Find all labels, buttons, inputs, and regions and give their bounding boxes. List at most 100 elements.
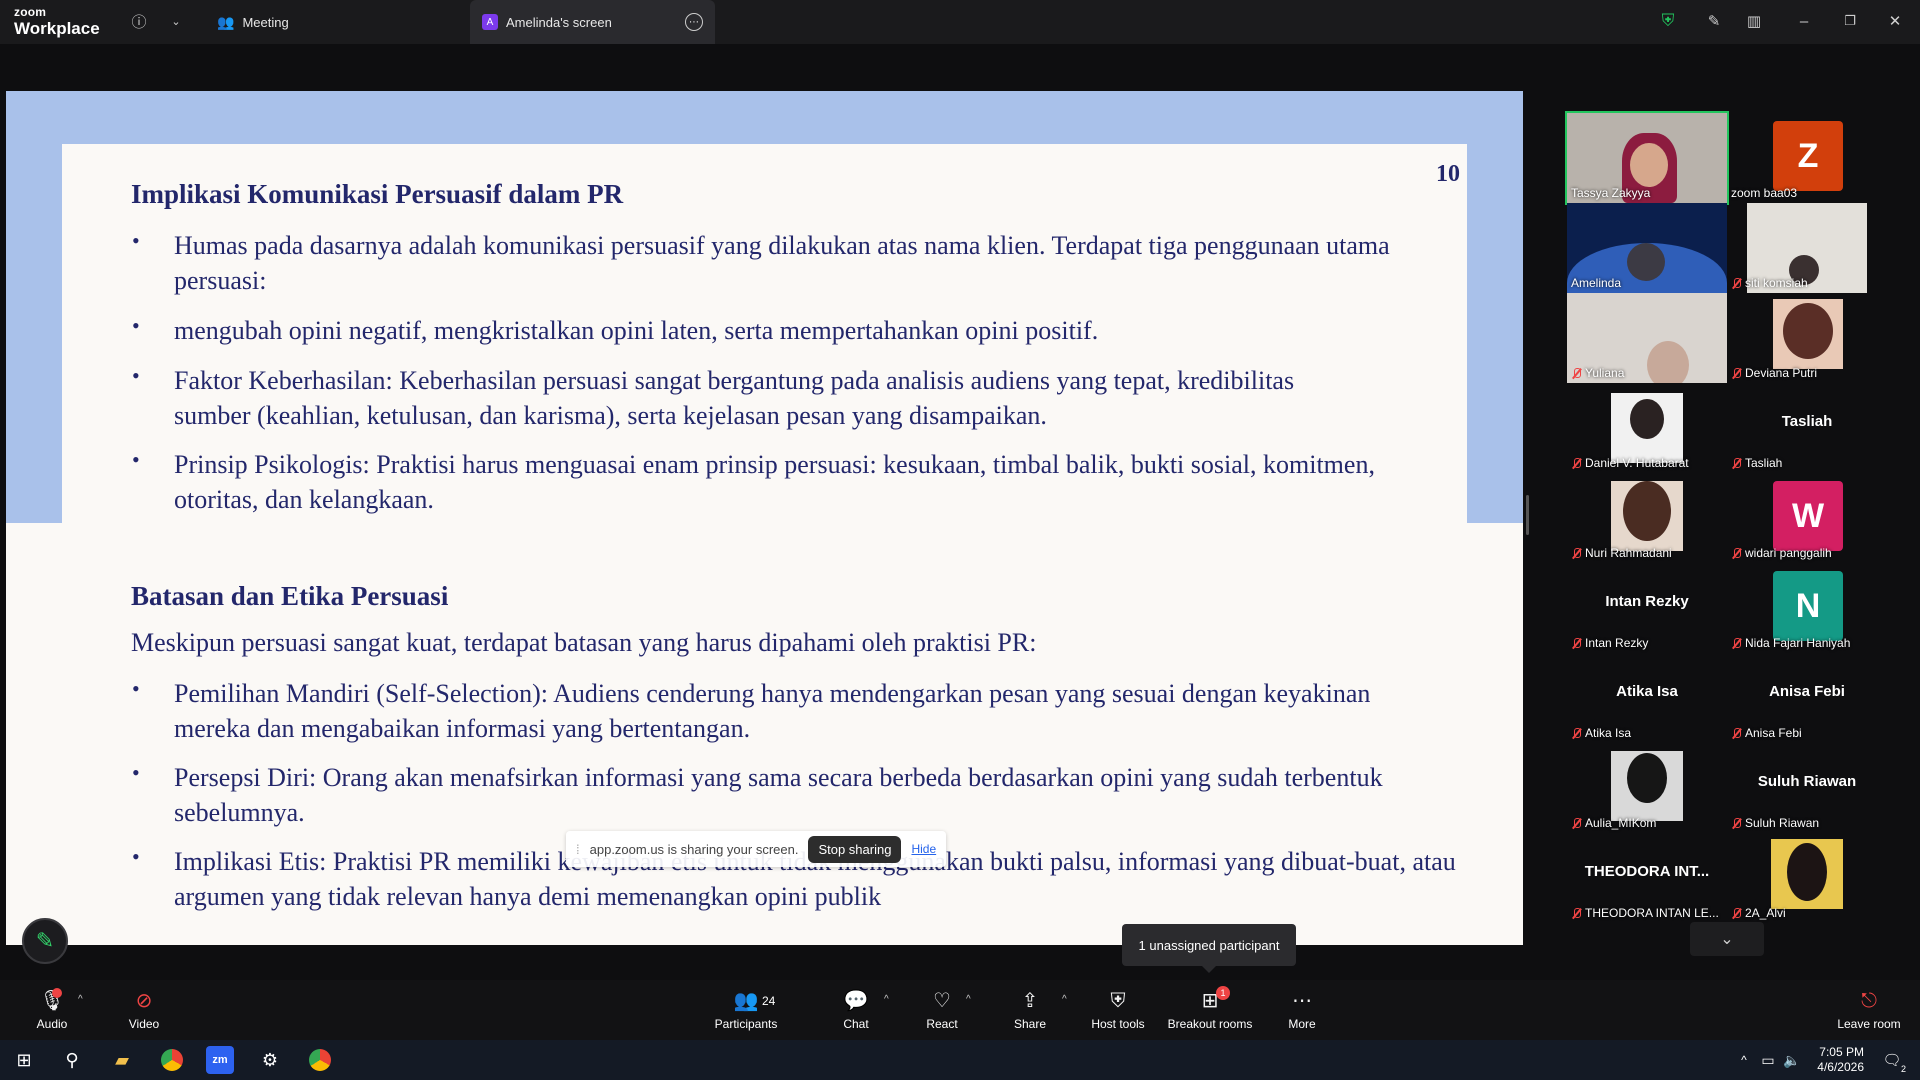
windows-start-icon[interactable]: ⊞ xyxy=(10,1046,38,1074)
tab-shared-screen[interactable]: A Amelinda's screen ⋯ xyxy=(470,0,715,44)
tab-meeting[interactable]: 👥 Meeting xyxy=(205,0,455,44)
search-icon[interactable]: ⚲ xyxy=(58,1046,86,1074)
participant-tile[interactable]: Nuri Rahmadani xyxy=(1567,473,1727,563)
chevron-down-icon[interactable]: ⌄ xyxy=(165,10,187,32)
chevron-down-icon: ⌄ xyxy=(1720,931,1734,948)
notification-icon[interactable]: 🗨 2 xyxy=(1878,1046,1906,1074)
zoom-logo: zoom Workplace xyxy=(14,6,100,37)
drag-handle-icon[interactable]: ⁞ xyxy=(576,842,580,857)
mic-muted-icon xyxy=(1571,727,1582,739)
participant-name: Nuri Rahmadani xyxy=(1571,546,1672,560)
bullet-icon: • xyxy=(132,844,140,869)
minimize-icon[interactable]: – xyxy=(1793,10,1815,32)
participant-tile[interactable]: Atika Isa Atika Isa xyxy=(1567,653,1727,743)
gallery-scroll-down-button[interactable]: ⌄ xyxy=(1690,922,1764,956)
participants-button[interactable]: 👥 Participants 24 xyxy=(712,980,780,1040)
brand-bottom: Workplace xyxy=(14,19,100,38)
title-bar: zoom Workplace ⓘ ⌄ 👥 Meeting A Amelinda'… xyxy=(0,0,1920,44)
zoom-app-icon[interactable]: zm xyxy=(206,1046,234,1074)
audio-button[interactable]: 🎙 Audio xyxy=(22,980,82,1040)
system-clock[interactable]: 7:05 PM 4/6/2026 xyxy=(1817,1045,1864,1075)
breakout-rooms-button[interactable]: ⊞ Breakout rooms 1 xyxy=(1164,980,1256,1040)
mic-muted-icon xyxy=(1731,367,1742,379)
share-button[interactable]: ⇪ Share xyxy=(1010,980,1050,1040)
participant-name: Tassya Zakyya xyxy=(1571,186,1651,200)
heart-icon: ♡ xyxy=(933,990,951,1012)
participant-tile[interactable]: Yuliana xyxy=(1567,293,1727,383)
sharing-message: app.zoom.us is sharing your screen. xyxy=(589,841,799,857)
slide-bullet: Prinsip Psikologis: Praktisi harus mengu… xyxy=(174,450,1375,514)
chat-options-caret[interactable]: ^ xyxy=(884,994,889,1005)
annotate-pen-button[interactable]: ✎ xyxy=(22,918,68,964)
mic-muted-icon xyxy=(1731,547,1742,559)
leave-icon: ⎋ xyxy=(1861,990,1877,1012)
participant-tile[interactable]: Suluh Riawan Suluh Riawan xyxy=(1727,743,1887,833)
chrome-icon[interactable] xyxy=(158,1046,186,1074)
participant-tile[interactable]: Amelinda xyxy=(1567,203,1727,293)
tab-label: Amelinda's screen xyxy=(506,14,612,30)
audio-options-caret[interactable]: ^ xyxy=(78,994,83,1005)
participant-tile[interactable]: W widari panggalih xyxy=(1727,473,1887,563)
share-screen-icon: ⇪ xyxy=(1021,990,1039,1012)
mic-muted-icon xyxy=(1731,277,1742,289)
more-icon: ⋯ xyxy=(1292,990,1312,1012)
layout-icon[interactable]: ▥ xyxy=(1743,10,1765,32)
react-options-caret[interactable]: ^ xyxy=(966,994,971,1005)
participant-tile[interactable]: Aulia_MIKom xyxy=(1567,743,1727,833)
more-options-icon[interactable]: ⋯ xyxy=(685,13,703,31)
hide-link[interactable]: Hide xyxy=(911,842,936,856)
stop-sharing-button[interactable]: Stop sharing xyxy=(808,835,902,863)
host-tools-button[interactable]: ⛨ Host tools xyxy=(1088,980,1148,1040)
slide-heading: Implikasi Komunikasi Persuasif dalam PR xyxy=(131,179,624,209)
participant-tile[interactable]: Z zoom baa03 xyxy=(1727,113,1887,203)
react-button[interactable]: ♡ React xyxy=(922,980,962,1040)
more-button[interactable]: ⋯ More xyxy=(1284,980,1320,1040)
bullet-icon: • xyxy=(132,228,140,253)
slide-paragraph: Meskipun persuasi sangat kuat, terdapat … xyxy=(131,628,1037,657)
participant-display-name: Intan Rezky xyxy=(1605,593,1689,610)
settings-icon[interactable]: ⚙ xyxy=(256,1046,284,1074)
mic-muted-icon xyxy=(1571,547,1582,559)
file-explorer-icon[interactable]: ▰ xyxy=(108,1046,136,1074)
chrome-profile-icon[interactable] xyxy=(306,1046,334,1074)
participant-tile[interactable]: siti komsiah xyxy=(1727,203,1887,293)
participant-name: Deviana Putri xyxy=(1731,366,1817,380)
participant-name: Amelinda xyxy=(1571,276,1622,290)
info-icon[interactable]: ⓘ xyxy=(128,10,150,32)
more-label: More xyxy=(1288,1017,1316,1031)
participant-tile[interactable]: Tasliah Tasliah xyxy=(1727,383,1887,473)
participant-tile[interactable]: Deviana Putri xyxy=(1727,293,1887,383)
participant-name: Tasliah xyxy=(1731,456,1782,470)
mic-muted-icon xyxy=(1731,907,1742,919)
participant-tile[interactable]: 2A_Alvi xyxy=(1727,833,1887,923)
mic-muted-icon xyxy=(1571,907,1582,919)
close-icon[interactable]: ✕ xyxy=(1884,10,1906,32)
participant-name: Yuliana xyxy=(1571,366,1624,380)
pen-icon[interactable]: ✎ xyxy=(1703,10,1725,32)
participants-label: Participants xyxy=(714,1017,778,1031)
video-label: Video xyxy=(128,1017,160,1031)
meeting-toolbar: 🎙 Audio ^ ⊘ Video 👥 Participants 24 💬 Ch… xyxy=(0,980,1920,1040)
shield-check-icon[interactable]: ⛨ xyxy=(1657,10,1679,32)
participant-tile[interactable]: Daniel V. Hutabarat xyxy=(1567,383,1727,473)
participant-tile[interactable]: Anisa Febi Anisa Febi xyxy=(1727,653,1887,743)
restore-icon[interactable]: ❐ xyxy=(1839,10,1861,32)
bullet-icon: • xyxy=(132,676,140,701)
mic-muted-icon xyxy=(1571,637,1582,649)
participant-tile[interactable]: Intan Rezky Intan Rezky xyxy=(1567,563,1727,653)
leave-room-button[interactable]: ⎋ Leave room xyxy=(1836,980,1902,1040)
participant-tile[interactable]: THEODORA INT... THEODORA INTAN LE... xyxy=(1567,833,1727,923)
chat-icon: 💬 xyxy=(843,990,869,1012)
unassigned-tooltip: 1 unassigned participant xyxy=(1122,924,1296,973)
pencil-icon: ✎ xyxy=(35,928,55,953)
sharing-notification-bar: ⁞ app.zoom.us is sharing your screen. St… xyxy=(566,831,947,867)
chat-label: Chat xyxy=(843,1017,869,1031)
video-button[interactable]: ⊘ Video xyxy=(114,980,174,1040)
panel-resize-handle[interactable] xyxy=(1526,495,1529,535)
share-options-caret[interactable]: ^ xyxy=(1062,994,1067,1005)
participant-tile[interactable]: Tassya Zakyya xyxy=(1565,111,1729,205)
volume-icon[interactable]: 🔈 xyxy=(1778,1046,1806,1074)
participant-tile[interactable]: N Nida Fajari Haniyah xyxy=(1727,563,1887,653)
shield-icon: ⛨ xyxy=(1110,990,1126,1012)
chat-button[interactable]: 💬 Chat xyxy=(838,980,874,1040)
